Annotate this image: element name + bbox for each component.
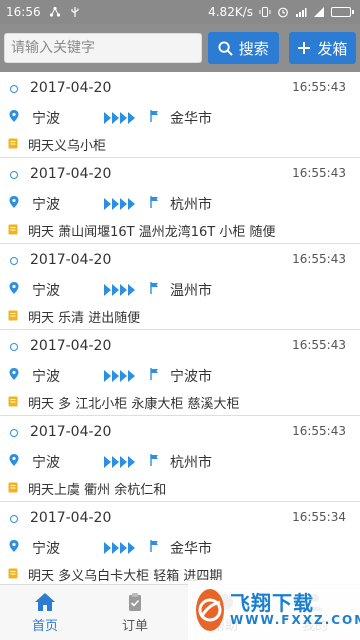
date-dot-icon — [10, 429, 18, 437]
network-speed: 4.82K/s — [208, 5, 253, 19]
origin-city: 宁波 — [32, 369, 60, 385]
watermark: 飞翔下载 WWW.FXXZ.COM — [188, 580, 360, 640]
order-time: 16:55:43 — [292, 80, 346, 94]
order-date: 2017-04-20 — [30, 166, 112, 182]
date-dot-icon — [10, 515, 18, 523]
order-note: 明天义乌小柜 — [28, 139, 107, 154]
status-bar: 16:56 4.82K/s — [0, 0, 360, 24]
flag-icon — [150, 454, 158, 466]
flag-icon — [150, 110, 158, 122]
search-input[interactable] — [4, 33, 202, 63]
note-icon — [8, 224, 18, 235]
destination-city: 杭州市 — [170, 197, 212, 213]
search-button-label: 搜索 — [238, 39, 269, 58]
order-time: 16:55:34 — [292, 510, 346, 524]
search-bar: 搜索 发箱 — [0, 24, 360, 72]
watermark-title: 飞翔下载 — [230, 591, 314, 616]
origin-city: 宁波 — [32, 283, 60, 299]
order-date: 2017-04-20 — [30, 424, 112, 440]
order-note: 明天 乐清 进出随便 — [28, 311, 141, 326]
search-icon — [218, 40, 233, 56]
tab-orders[interactable]: 订单 — [90, 585, 180, 640]
destination-city: 金华市 — [170, 111, 212, 127]
flag-icon — [150, 368, 158, 380]
destination-city: 温州市 — [170, 283, 212, 299]
watermark-subtitle: WWW.FXXZ.COM — [230, 613, 360, 628]
destination-city: 金华市 — [170, 541, 212, 557]
publish-button[interactable]: 发箱 — [288, 32, 356, 64]
tab-home-label: 首页 — [31, 618, 58, 634]
note-icon — [8, 568, 18, 579]
date-dot-icon — [10, 343, 18, 351]
order-item[interactable]: 2017-04-20 16:55:43 宁波 金华市明天义乌小柜 — [0, 72, 360, 158]
tab-home[interactable]: 首页 — [0, 585, 90, 640]
search-button[interactable]: 搜索 — [207, 32, 279, 64]
destination-city: 宁波市 — [170, 369, 212, 385]
home-icon — [35, 592, 55, 611]
publish-button-label: 发箱 — [317, 39, 348, 58]
location-pin-icon — [9, 368, 19, 380]
date-dot-icon — [10, 85, 18, 93]
clipboard-icon — [129, 592, 141, 611]
note-icon — [8, 138, 18, 149]
order-date: 2017-04-20 — [30, 338, 112, 354]
order-item[interactable]: 2017-04-20 16:55:34 宁波 金华市 明天 多义乌白卡大柜 轻箱 进四期 — [0, 502, 360, 584]
route-arrows-icon — [104, 283, 136, 297]
location-pin-icon — [9, 282, 19, 294]
date-dot-icon — [10, 171, 18, 179]
plus-icon — [298, 42, 311, 54]
flag-icon — [150, 540, 158, 552]
share-icon — [49, 6, 60, 17]
usb-icon — [70, 7, 79, 17]
signal-icon — [314, 7, 324, 17]
route-arrows-icon — [104, 197, 136, 211]
date-dot-icon — [10, 257, 18, 265]
flag-icon — [150, 282, 158, 294]
order-item[interactable]: 2017-04-20 16:55:43 宁波 温州市明天 乐清 进出随便 — [0, 244, 360, 330]
origin-city: 宁波 — [32, 197, 60, 213]
note-icon — [8, 310, 18, 321]
clock: 16:56 — [6, 5, 41, 19]
origin-city: 宁波 — [32, 111, 60, 127]
order-item[interactable]: 2017-04-20 16:55:43 宁波 杭州市 明天上虞 衢州 余杭仁和 — [0, 416, 360, 502]
location-pin-icon — [9, 454, 19, 466]
flag-icon — [150, 196, 158, 208]
location-pin-icon — [9, 196, 19, 208]
order-time: 16:55:43 — [292, 252, 346, 266]
origin-city: 宁波 — [32, 455, 60, 471]
order-date: 2017-04-20 — [30, 252, 112, 268]
route-arrows-icon — [104, 541, 136, 555]
route-arrows-icon — [104, 369, 136, 383]
location-pin-icon — [9, 110, 19, 122]
origin-city: 宁波 — [32, 541, 60, 557]
order-note: 明天 多 江北小柜 永康大柜 慈溪大柜 — [28, 397, 240, 412]
order-item[interactable]: 2017-04-20 16:55:43 宁波 杭州市明天 萧山闻堰16T 温州龙湾16… — [0, 158, 360, 244]
battery-icon — [331, 7, 354, 17]
location-pin-icon — [9, 540, 19, 552]
note-icon — [8, 396, 18, 407]
tab-orders-label: 订单 — [121, 618, 148, 634]
order-item[interactable]: 2017-04-20 16:55:43 宁波 宁波市明天 多 江北小柜 永康大柜 慈溪… — [0, 330, 360, 416]
route-arrows-icon — [104, 455, 136, 469]
order-list[interactable]: 2017-04-20 16:55:43 宁波 金华市 明天义乌小柜 2017-04-20 1… — [0, 72, 360, 584]
order-date: 2017-04-20 — [30, 80, 112, 96]
order-note: 明天 萧山闻堰16T 温州龙湾16T 小柜 随便 — [28, 225, 276, 240]
watermark-logo — [196, 589, 224, 631]
order-note: 明天上虞 衢州 余杭仁和 — [28, 483, 167, 498]
order-time: 16:55:43 — [292, 338, 346, 352]
wifi-icon — [296, 8, 307, 17]
order-time: 16:55:43 — [292, 424, 346, 438]
order-date: 2017-04-20 — [30, 510, 112, 526]
order-time: 16:55:43 — [292, 166, 346, 180]
vibrate-icon — [259, 7, 271, 17]
alarm-icon — [278, 7, 288, 18]
route-arrows-icon — [104, 111, 136, 125]
destination-city: 杭州市 — [170, 455, 212, 471]
note-icon — [8, 482, 18, 493]
